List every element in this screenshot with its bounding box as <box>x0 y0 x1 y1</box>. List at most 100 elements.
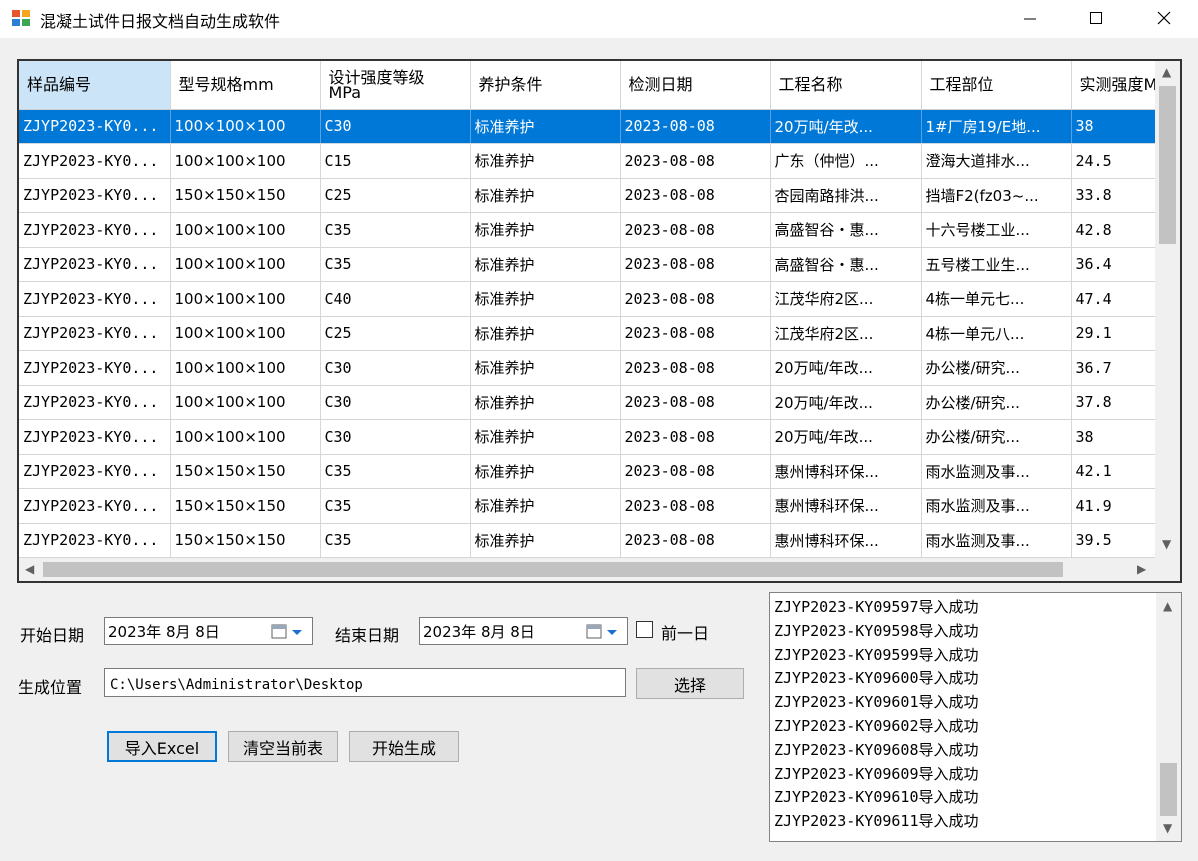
table-cell[interactable]: 标准养护 <box>470 178 621 213</box>
table-cell[interactable]: 标准养护 <box>470 350 621 386</box>
table-cell[interactable]: 办公楼/研究... <box>921 385 1072 420</box>
output-path-input[interactable] <box>104 668 626 697</box>
table-cell[interactable]: C30 <box>320 385 471 420</box>
table-cell[interactable]: 雨水监测及事... <box>921 488 1072 524</box>
table-cell[interactable]: ZJYP2023-KY0... <box>19 316 171 351</box>
table-cell[interactable]: 100×100×100 <box>170 143 321 179</box>
calendar-dropdown-icon[interactable] <box>270 623 308 641</box>
table-cell[interactable]: 47.4 <box>1071 281 1157 317</box>
table-cell[interactable]: C35 <box>320 488 471 524</box>
column-header[interactable]: 型号规格mm <box>170 61 321 110</box>
prev-day-checkbox[interactable] <box>636 621 653 638</box>
column-header[interactable]: 检测日期 <box>620 61 771 110</box>
table-cell[interactable]: 标准养护 <box>470 523 621 558</box>
table-cell[interactable]: 标准养护 <box>470 488 621 524</box>
table-cell[interactable]: 20万吨/年改... <box>770 385 922 420</box>
table-cell[interactable]: C40 <box>320 281 471 317</box>
table-cell[interactable]: C35 <box>320 523 471 558</box>
scroll-thumb[interactable] <box>1159 86 1176 244</box>
table-cell[interactable]: 4栋一单元八... <box>921 316 1072 351</box>
table-cell[interactable]: 标准养护 <box>470 316 621 351</box>
table-cell[interactable]: 2023-08-08 <box>620 316 771 351</box>
scroll-down-icon[interactable]: ▼ <box>1163 821 1172 835</box>
table-cell[interactable]: 标准养护 <box>470 247 621 282</box>
table-cell[interactable]: ZJYP2023-KY0... <box>19 109 171 144</box>
table-row[interactable]: ZJYP2023-KY0... 100×100×100 C15 标准养护 2023-08… <box>19 143 1157 179</box>
table-cell[interactable]: 2023-08-08 <box>620 350 771 386</box>
table-cell[interactable]: 广东（仲恺）... <box>770 143 922 179</box>
column-header[interactable]: 实测强度MPa <box>1071 61 1157 110</box>
table-cell[interactable]: 1#厂房19/E地... <box>921 109 1072 144</box>
table-cell[interactable]: C30 <box>320 419 471 455</box>
scroll-left-icon[interactable]: ◀ <box>25 562 34 576</box>
table-row[interactable]: ZJYP2023-KY0... 100×100×100 C30 标准养护 2023-08… <box>19 350 1157 386</box>
table-cell[interactable]: C15 <box>320 143 471 179</box>
table-cell[interactable]: C25 <box>320 178 471 213</box>
table-cell[interactable]: 2023-08-08 <box>620 212 771 248</box>
table-cell[interactable]: 2023-08-08 <box>620 454 771 489</box>
table-cell[interactable]: ZJYP2023-KY0... <box>19 178 171 213</box>
column-header[interactable]: 工程部位 <box>921 61 1072 110</box>
close-button[interactable] <box>1134 0 1194 36</box>
table-cell[interactable]: 150×150×150 <box>170 454 321 489</box>
table-cell[interactable]: 100×100×100 <box>170 212 321 248</box>
table-row[interactable]: ZJYP2023-KY0... 100×100×100 C35 标准养护 2023-08… <box>19 212 1157 248</box>
table-cell[interactable]: 江茂华府2区... <box>770 281 922 317</box>
table-cell[interactable]: 十六号楼工业... <box>921 212 1072 248</box>
table-cell[interactable]: 标准养护 <box>470 419 621 455</box>
scroll-thumb[interactable] <box>43 562 1063 577</box>
table-cell[interactable]: 标准养护 <box>470 281 621 317</box>
table-cell[interactable]: 36.7 <box>1071 350 1157 386</box>
table-cell[interactable]: C35 <box>320 212 471 248</box>
grid-horizontal-scrollbar[interactable]: ◀ ▶ <box>19 558 1157 581</box>
table-cell[interactable]: 100×100×100 <box>170 385 321 420</box>
table-row[interactable]: ZJYP2023-KY0... 150×150×150 C25 标准养护 2023-08… <box>19 178 1157 213</box>
table-cell[interactable]: ZJYP2023-KY0... <box>19 454 171 489</box>
table-cell[interactable]: 挡墙F2(fz03~... <box>921 178 1072 213</box>
table-cell[interactable]: C30 <box>320 350 471 386</box>
table-cell[interactable]: 江茂华府2区... <box>770 316 922 351</box>
table-cell[interactable]: 150×150×150 <box>170 488 321 524</box>
table-cell[interactable]: 36.4 <box>1071 247 1157 282</box>
table-cell[interactable]: 100×100×100 <box>170 316 321 351</box>
table-cell[interactable]: 2023-08-08 <box>620 109 771 144</box>
table-cell[interactable]: ZJYP2023-KY0... <box>19 385 171 420</box>
table-cell[interactable]: 41.9 <box>1071 488 1157 524</box>
table-row[interactable]: ZJYP2023-KY0... 100×100×100 C30 标准养护 2023-08… <box>19 109 1157 144</box>
table-cell[interactable]: ZJYP2023-KY0... <box>19 143 171 179</box>
table-cell[interactable]: 29.1 <box>1071 316 1157 351</box>
table-cell[interactable]: 2023-08-08 <box>620 281 771 317</box>
table-cell[interactable]: 2023-08-08 <box>620 419 771 455</box>
scroll-up-icon[interactable]: ▲ <box>1163 599 1172 613</box>
table-cell[interactable]: 标准养护 <box>470 454 621 489</box>
start-generate-button[interactable]: 开始生成 <box>349 731 459 762</box>
end-date-picker[interactable]: 2023年 8月 8日 <box>419 617 628 645</box>
table-cell[interactable]: 100×100×100 <box>170 419 321 455</box>
table-cell[interactable]: 33.8 <box>1071 178 1157 213</box>
calendar-dropdown-icon[interactable] <box>585 623 623 641</box>
column-header[interactable]: 养护条件 <box>470 61 621 110</box>
table-cell[interactable]: 办公楼/研究... <box>921 350 1072 386</box>
table-cell[interactable]: 惠州博科环保... <box>770 454 922 489</box>
data-grid[interactable]: 样品编号 型号规格mm 设计强度等级MPa 养护条件 检测日期 工程名称 工程部… <box>17 59 1182 583</box>
import-excel-button[interactable]: 导入Excel <box>107 731 217 762</box>
table-cell[interactable]: ZJYP2023-KY0... <box>19 523 171 558</box>
grid-vertical-scrollbar[interactable]: ▲ ▼ <box>1155 61 1180 558</box>
table-cell[interactable]: ZJYP2023-KY0... <box>19 488 171 524</box>
table-cell[interactable]: 24.5 <box>1071 143 1157 179</box>
table-cell[interactable]: 100×100×100 <box>170 281 321 317</box>
table-cell[interactable]: 42.8 <box>1071 212 1157 248</box>
table-cell[interactable]: 150×150×150 <box>170 523 321 558</box>
table-cell[interactable]: C30 <box>320 109 471 144</box>
table-cell[interactable]: ZJYP2023-KY0... <box>19 212 171 248</box>
log-vertical-scrollbar[interactable]: ▲ ▼ <box>1156 593 1181 841</box>
table-cell[interactable]: 2023-08-08 <box>620 178 771 213</box>
table-cell[interactable]: C35 <box>320 454 471 489</box>
table-row[interactable]: ZJYP2023-KY0... 150×150×150 C35 标准养护 2023-08… <box>19 454 1157 489</box>
prev-day-label[interactable]: 前一日 <box>661 620 709 644</box>
table-cell[interactable]: 4栋一单元七... <box>921 281 1072 317</box>
maximize-button[interactable] <box>1066 0 1126 36</box>
table-cell[interactable]: C25 <box>320 316 471 351</box>
table-row[interactable]: ZJYP2023-KY0... 150×150×150 C35 标准养护 2023-08… <box>19 523 1157 558</box>
table-row[interactable]: ZJYP2023-KY0... 150×150×150 C35 标准养护 2023-08… <box>19 488 1157 524</box>
